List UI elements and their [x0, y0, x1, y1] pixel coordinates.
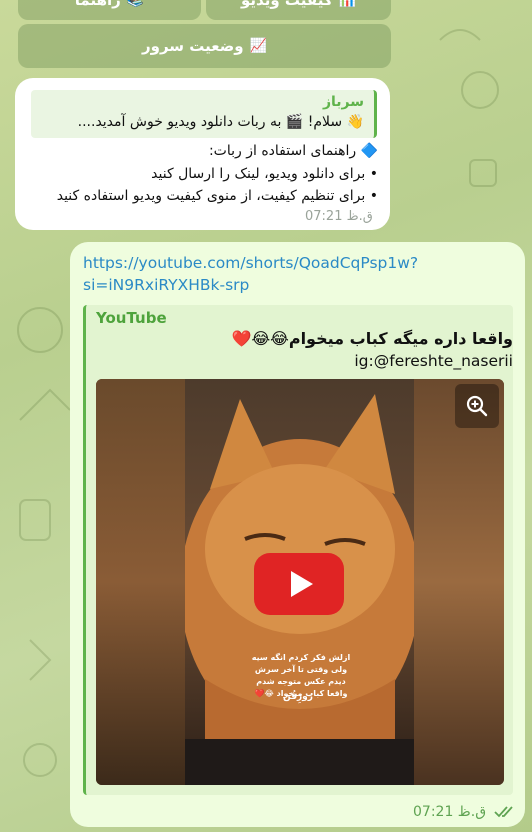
server-status-keyboard-button[interactable]: 📈 وضعیت سرور [18, 24, 391, 68]
double-check-icon [494, 806, 513, 818]
incoming-timestamp: 07:21 ق.ظ [305, 209, 373, 224]
guide-keyboard-button[interactable]: 📚 راهنما [18, 0, 201, 20]
outgoing-message-bubble[interactable]: https://youtube.com/shorts/QoadCqPsp1w? … [70, 242, 525, 827]
play-icon [291, 571, 313, 597]
quote-sender-name: سرباز [322, 94, 364, 110]
link-preview-card[interactable]: YouTube واقعا داره میگه کباب میخوام😂😂❤️ … [83, 305, 513, 795]
quote-text: 👋 سلام! 🎬 به ربات دانلود ویدیو خوش آمدید… [77, 114, 364, 130]
message-line-quality: • برای تنظیم کیفیت، از منوی کیفیت ویدیو … [56, 188, 378, 204]
preview-subtitle: ig:@fereshte_naserii [354, 352, 513, 370]
outgoing-timestamp-row: 07:21 ق.ظ [413, 804, 516, 820]
message-line-download: • برای دانلود ویدیو، لینک را ارسال کنید [151, 166, 378, 182]
thumbnail-blur-left [96, 379, 186, 785]
guide-button-label: راهنما [74, 0, 121, 9]
reply-quote[interactable]: سرباز 👋 سلام! 🎬 به ربات دانلود ویدیو خوش… [31, 90, 377, 138]
outgoing-timestamp: 07:21 ق.ظ [413, 804, 487, 820]
preview-site-name: YouTube [96, 309, 167, 327]
video-signature: رُوزِقُن [283, 692, 313, 702]
zoom-in-icon [466, 395, 488, 417]
guide-button-icon: 📚 [126, 0, 145, 8]
thumbnail-blur-right [414, 379, 504, 785]
video-quality-keyboard-button[interactable]: 📊 کیفیت ویدیو [206, 0, 391, 20]
quality-button-icon: 📊 [338, 0, 356, 8]
link-line-2[interactable]: si=iN9RxiRYXHBk-srp [83, 274, 503, 296]
server-status-label: وضعیت سرور [142, 37, 244, 55]
youtube-link[interactable]: https://youtube.com/shorts/QoadCqPsp1w? … [83, 252, 503, 296]
preview-title: واقعا داره میگه کباب میخوام😂😂❤️ [231, 329, 513, 348]
incoming-message-bubble[interactable]: سرباز 👋 سلام! 🎬 به ربات دانلود ویدیو خوش… [15, 78, 390, 230]
zoom-in-button[interactable] [455, 384, 499, 428]
play-button[interactable] [254, 553, 344, 615]
message-line-guide: 🔷 راهنمای استفاده از ربات: [208, 143, 378, 159]
quality-button-label: کیفیت ویدیو [241, 0, 333, 9]
chart-up-icon: 📈 [249, 38, 267, 54]
link-line-1[interactable]: https://youtube.com/shorts/QoadCqPsp1w? [83, 252, 503, 274]
video-thumbnail[interactable]: ازلش فکر کردم انگه سیه ولی وقتی تا آخر س… [96, 379, 504, 785]
